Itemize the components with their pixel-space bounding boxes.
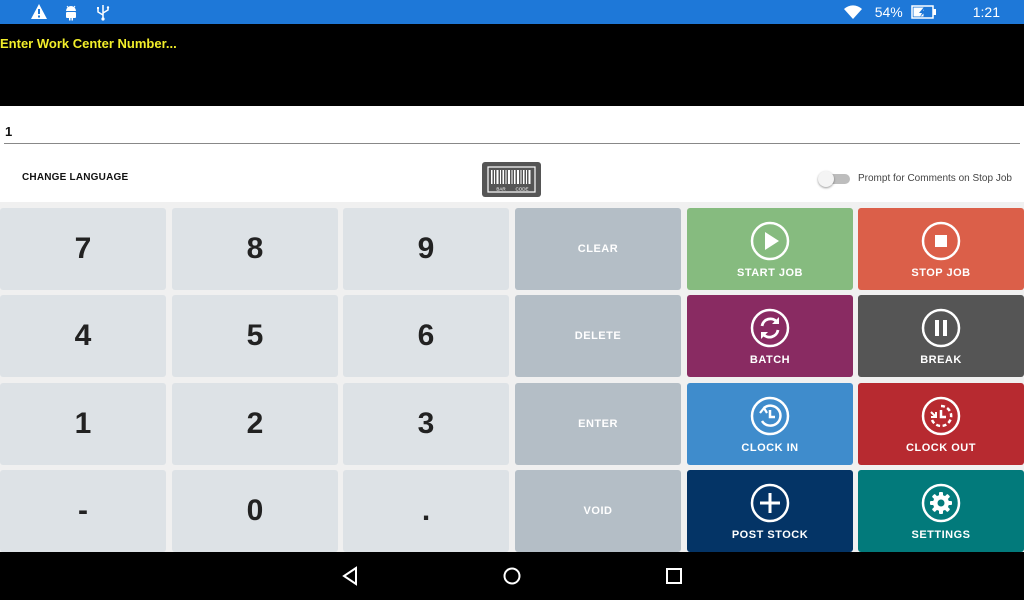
- work-center-input[interactable]: 1: [0, 106, 1024, 154]
- barcode-text-bar: BAR: [496, 187, 506, 192]
- key-1[interactable]: 1: [0, 383, 166, 465]
- batch-label: BATCH: [749, 354, 791, 366]
- settings-button[interactable]: SETTINGS: [858, 470, 1024, 552]
- key-3[interactable]: 3: [343, 383, 509, 465]
- key-5[interactable]: 5: [172, 295, 338, 377]
- plus-icon: [750, 483, 790, 523]
- play-icon: [750, 221, 790, 261]
- back-icon[interactable]: [340, 566, 360, 586]
- barcode-icon: BAR CODE: [487, 166, 536, 193]
- gear-icon: [921, 483, 961, 523]
- key-2[interactable]: 2: [172, 383, 338, 465]
- delete-button[interactable]: DELETE: [515, 295, 681, 377]
- start-job-label: START JOB: [736, 267, 804, 279]
- barcode-text-code: CODE: [515, 187, 528, 192]
- clock-out-button[interactable]: CLOCK OUT: [858, 383, 1024, 465]
- battery-percentage: 54%: [874, 4, 903, 20]
- work-center-prompt: Enter Work Center Number...: [0, 36, 177, 51]
- key-0[interactable]: 0: [172, 470, 338, 552]
- key-decimal[interactable]: .: [343, 470, 509, 552]
- stop-job-label: STOP JOB: [911, 267, 971, 279]
- keypad-grid: 7 8 9 CLEAR START JOB STOP JOB 4 5 6 DEL…: [0, 202, 1024, 552]
- clock-out-icon: [921, 396, 961, 436]
- key-minus[interactable]: -: [0, 470, 166, 552]
- input-underline: [4, 143, 1020, 144]
- wifi-icon: [843, 5, 862, 19]
- stop-job-button[interactable]: STOP JOB: [858, 208, 1024, 290]
- status-bar: 54% 1:21: [0, 0, 1024, 24]
- toggle-thumb: [818, 171, 834, 187]
- clock-in-button[interactable]: CLOCK IN: [687, 383, 853, 465]
- key-9[interactable]: 9: [343, 208, 509, 290]
- stop-icon: [921, 221, 961, 261]
- clock-out-label: CLOCK OUT: [906, 442, 976, 454]
- post-stock-button[interactable]: POST STOCK: [687, 470, 853, 552]
- key-4[interactable]: 4: [0, 295, 166, 377]
- android-icon: [66, 5, 76, 21]
- status-time: 1:21: [972, 4, 1000, 20]
- warning-icon: [31, 4, 47, 19]
- batch-button[interactable]: BATCH: [687, 295, 853, 377]
- refresh-icon: [750, 308, 790, 348]
- settings-label: SETTINGS: [911, 529, 971, 541]
- recents-icon[interactable]: [664, 566, 684, 586]
- enter-button[interactable]: ENTER: [515, 383, 681, 465]
- start-job-button[interactable]: START JOB: [687, 208, 853, 290]
- key-7[interactable]: 7: [0, 208, 166, 290]
- clock-in-icon: [750, 396, 790, 436]
- battery-charging-icon: [911, 5, 936, 19]
- home-icon[interactable]: [502, 566, 522, 586]
- header-bar: Enter Work Center Number...: [0, 24, 1024, 106]
- clear-button[interactable]: CLEAR: [515, 208, 681, 290]
- barcode-scan-button[interactable]: BAR CODE: [482, 162, 541, 197]
- break-label: BREAK: [920, 354, 962, 366]
- void-button[interactable]: VOID: [515, 470, 681, 552]
- break-button[interactable]: BREAK: [858, 295, 1024, 377]
- prompt-comments-toggle[interactable]: [818, 171, 850, 187]
- key-6[interactable]: 6: [343, 295, 509, 377]
- clock-in-label: CLOCK IN: [741, 442, 799, 454]
- key-8[interactable]: 8: [172, 208, 338, 290]
- work-center-input-value[interactable]: 1: [5, 124, 12, 139]
- usb-icon: [97, 5, 110, 21]
- prompt-comments-label: Prompt for Comments on Stop Job: [858, 173, 1012, 184]
- options-row: CHANGE LANGUAGE BAR CODE Prompt for Comm…: [0, 154, 1024, 202]
- pause-icon: [921, 308, 961, 348]
- change-language-button[interactable]: CHANGE LANGUAGE: [22, 172, 128, 183]
- system-navigation-bar: [0, 552, 1024, 600]
- post-stock-label: POST STOCK: [731, 529, 809, 541]
